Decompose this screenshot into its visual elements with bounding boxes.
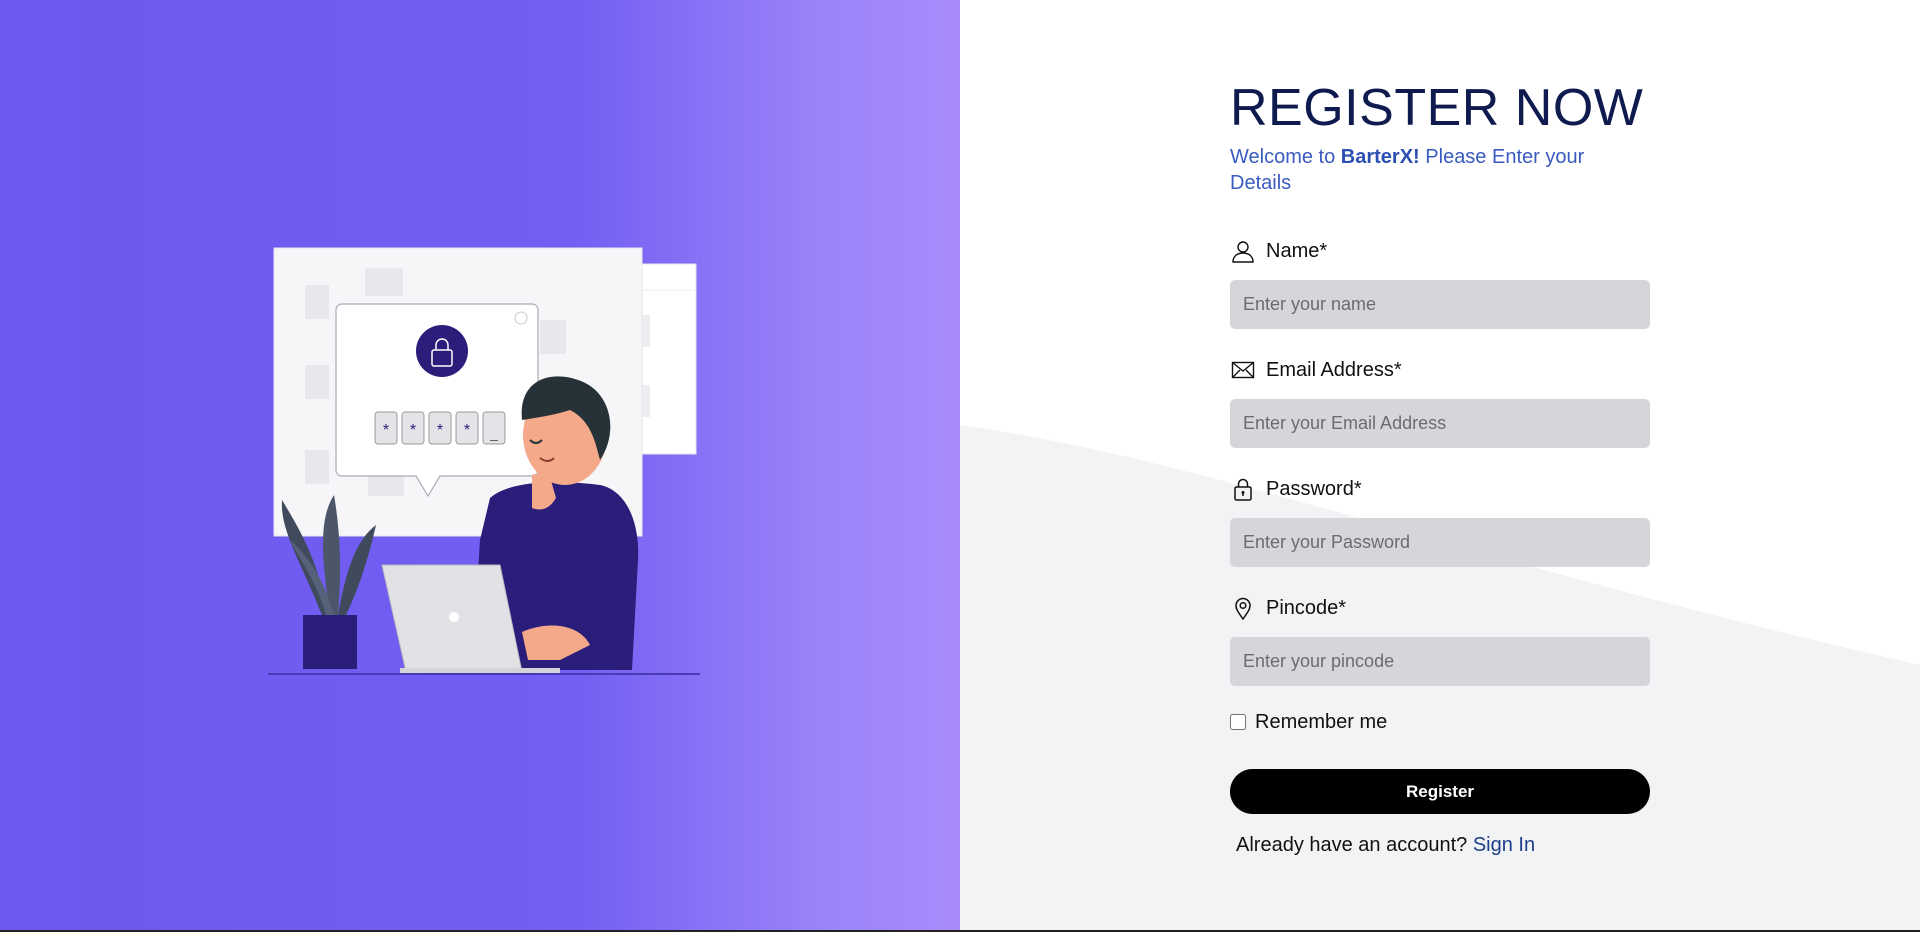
email-label-row: Email Address* <box>1230 355 1650 385</box>
name-field-group: Name* <box>1230 236 1650 329</box>
mask-char: * <box>410 422 416 439</box>
brand-name: BarterX! <box>1340 146 1420 168</box>
page-title: REGISTER NOW <box>1230 79 1644 137</box>
signin-prompt: Already have an account? Sign In <box>1230 834 1650 857</box>
password-label-row: Password* <box>1230 474 1650 504</box>
email-field-group: Email Address* <box>1230 355 1650 448</box>
mask-char: * <box>437 422 443 439</box>
mask-char: _ <box>489 425 498 441</box>
register-button[interactable]: Register <box>1230 769 1650 814</box>
name-label: Name* <box>1266 239 1328 262</box>
pincode-label: Pincode* <box>1266 596 1347 619</box>
illustration-panel: * * * * _ <box>0 0 960 930</box>
location-pin-icon <box>1230 595 1256 621</box>
lock-icon <box>1230 476 1256 502</box>
form-fields: Name* Email Address* Password* <box>1230 236 1650 686</box>
mask-char: * <box>464 422 470 439</box>
mask-char: * <box>383 422 389 439</box>
remember-me-row[interactable]: Remember me <box>1230 710 1650 734</box>
name-input[interactable] <box>1230 280 1650 329</box>
pincode-label-row: Pincode* <box>1230 593 1650 623</box>
user-icon <box>1230 238 1256 264</box>
welcome-text: Welcome to BarterX! Please Enter your De… <box>1230 144 1650 196</box>
name-label-row: Name* <box>1230 236 1650 266</box>
password-field-group: Password* <box>1230 474 1650 567</box>
password-label: Password* <box>1266 477 1362 500</box>
password-input[interactable] <box>1230 518 1650 567</box>
welcome-prefix: Welcome to <box>1230 146 1336 168</box>
email-label: Email Address* <box>1266 358 1402 381</box>
register-form: REGISTER NOW Welcome to BarterX! Please … <box>1230 78 1650 857</box>
remember-me-label: Remember me <box>1255 710 1388 733</box>
remember-me-checkbox[interactable] <box>1230 714 1246 730</box>
signin-link[interactable]: Sign In <box>1473 834 1535 856</box>
pincode-field-group: Pincode* <box>1230 593 1650 686</box>
pincode-input[interactable] <box>1230 637 1650 686</box>
signin-prompt-text: Already have an account? <box>1236 834 1468 856</box>
envelope-icon <box>1230 357 1256 383</box>
email-input[interactable] <box>1230 399 1650 448</box>
login-illustration: * * * * _ <box>268 247 700 675</box>
